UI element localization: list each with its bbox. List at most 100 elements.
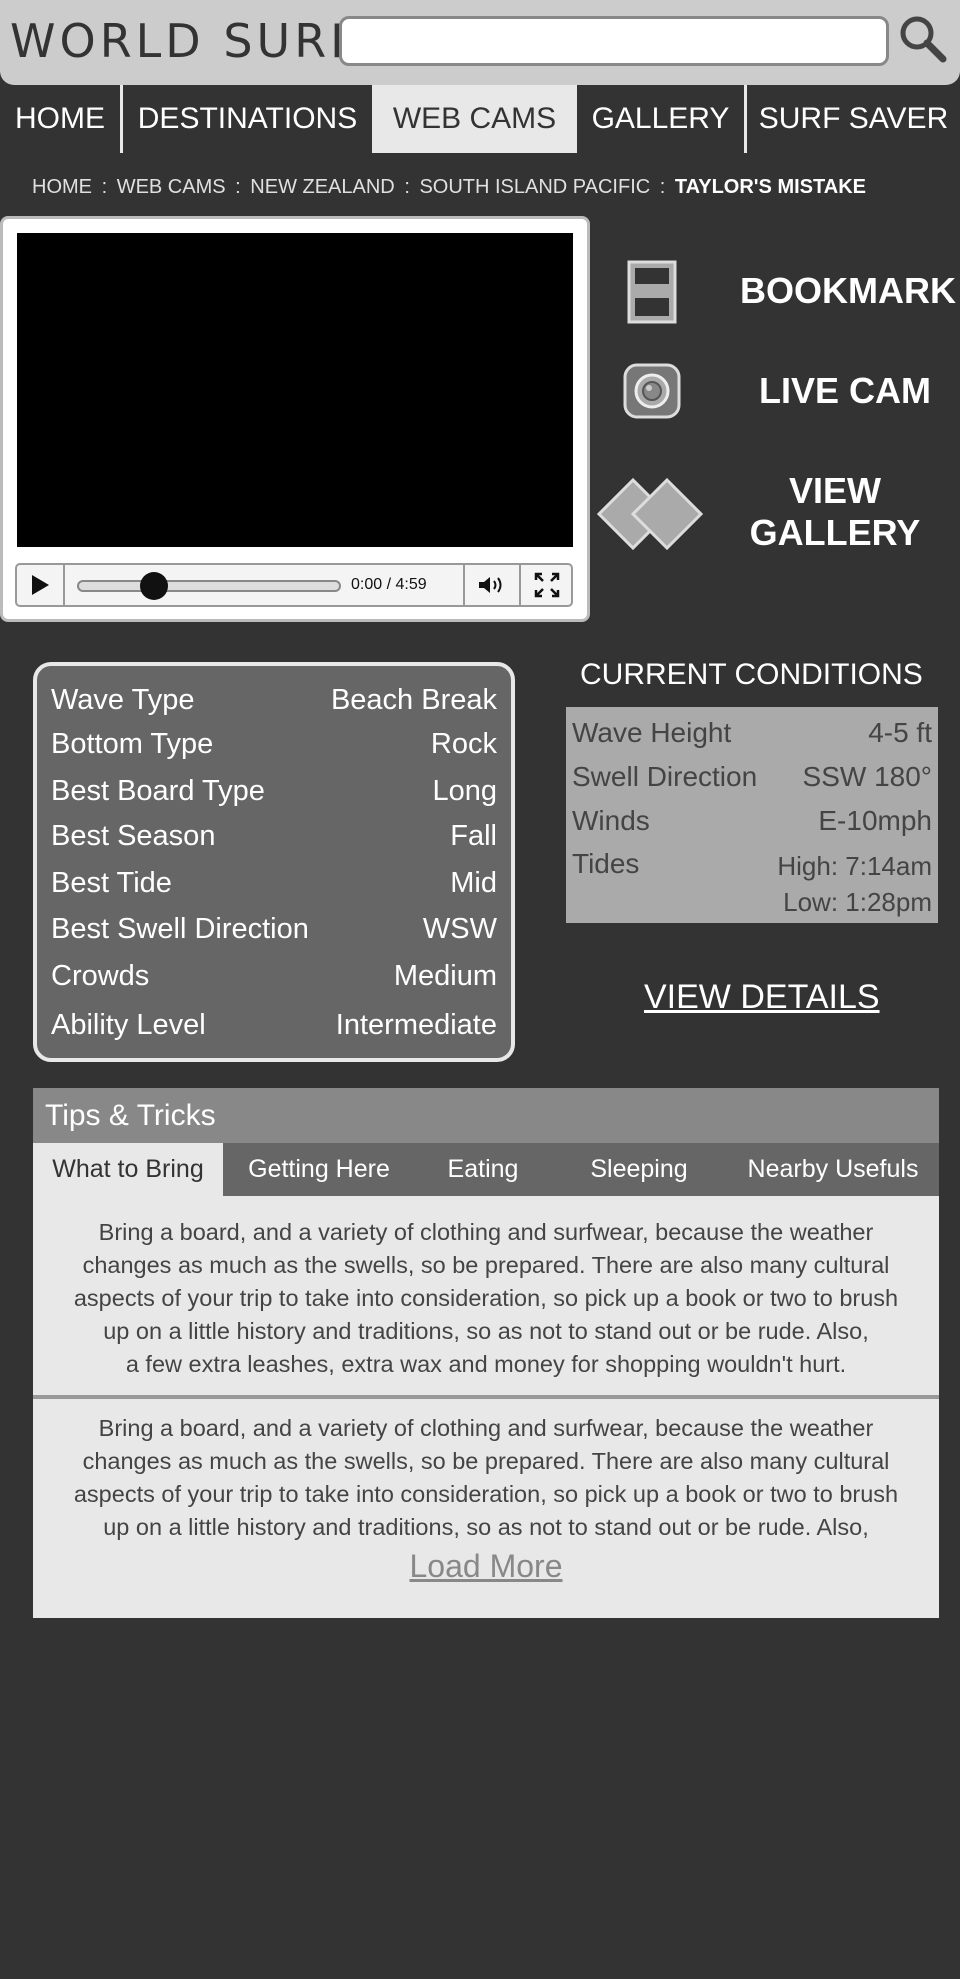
tips-section: Tips & Tricks What to Bring Getting Here… <box>33 1088 939 1618</box>
condition-value: SSW 180° <box>802 761 932 792</box>
info-label: Ability Level <box>51 1008 206 1041</box>
info-row-ability-level: Ability Level Intermediate <box>51 1005 497 1045</box>
live-cam-label: LIVE CAM <box>758 370 931 411</box>
tips-tabs: What to Bring Getting Here Eating Sleepi… <box>33 1143 939 1196</box>
tip-line: Bring a board, and a variety of clothing… <box>98 1415 874 1441</box>
tide-low: Low: 1:28pm <box>783 887 932 917</box>
info-row-best-season: Best Season Fall <box>51 816 497 856</box>
condition-value: 4-5 ft <box>868 717 932 748</box>
tab-sleeping[interactable]: Sleeping <box>551 1143 727 1196</box>
info-label: Best Season <box>51 819 216 852</box>
fullscreen-button[interactable] <box>523 565 571 605</box>
info-label: Best Swell Direction <box>51 912 309 945</box>
tip-line: a few extra leashes, extra wax and money… <box>125 1351 847 1377</box>
tip-line: changes as much as the swells, so be pre… <box>82 1448 890 1474</box>
nav-item-web-cams[interactable]: WEB CAMS <box>375 85 577 153</box>
conditions-box: Wave Height 4-5 ft Swell Direction SSW 1… <box>566 707 938 923</box>
fullscreen-icon <box>534 572 560 598</box>
volume-button[interactable] <box>463 565 521 605</box>
surf-info-panel: Wave Type Beach Break Bottom Type Rock B… <box>33 662 515 1062</box>
info-value: Beach Break <box>330 683 497 716</box>
bookmark-label: BOOKMARK <box>740 270 956 311</box>
info-value: Rock <box>430 727 497 760</box>
view-gallery-label-line2: GALLERY <box>749 512 921 553</box>
time-readout: 0:00 / 4:59 <box>351 576 427 593</box>
breadcrumb-new-zealand[interactable]: NEW ZEALAND <box>250 176 394 198</box>
tip-paragraph: Bring a board, and a variety of clothing… <box>37 1216 935 1381</box>
site-header: WORLD SURF <box>0 0 960 85</box>
bookmark-action[interactable]: BOOKMARK <box>620 258 956 328</box>
info-label: Best Tide <box>51 866 172 899</box>
condition-tides-values: High: 7:14am Low: 1:28pm <box>777 848 932 920</box>
tip-line: Bring a board, and a variety of clothing… <box>98 1219 874 1245</box>
conditions-title: CURRENT CONDITIONS <box>580 658 923 691</box>
info-value: Intermediate <box>335 1008 497 1041</box>
breadcrumb-web-cams[interactable]: WEB CAMS <box>117 176 226 198</box>
info-value: Long <box>432 774 497 807</box>
tip-line: up on a little history and traditions, s… <box>103 1514 869 1540</box>
condition-swell-direction: Swell Direction SSW 180° <box>572 761 932 793</box>
condition-value: E-10mph <box>818 805 932 836</box>
progress-track[interactable] <box>77 572 341 600</box>
play-button[interactable] <box>17 565 65 605</box>
breadcrumb-home[interactable]: HOME <box>32 176 92 198</box>
breadcrumb-separator: : <box>235 176 241 198</box>
search-input[interactable] <box>339 16 889 66</box>
tide-high: High: 7:14am <box>777 851 932 881</box>
main-nav: HOME DESTINATIONS WEB CAMS GALLERY SURF … <box>0 85 960 153</box>
tip-line: changes as much as the swells, so be pre… <box>82 1252 890 1278</box>
breadcrumb-current: TAYLOR'S MISTAKE <box>674 176 866 198</box>
play-icon <box>32 575 49 595</box>
condition-label: Wave Height <box>572 717 732 748</box>
info-value: Medium <box>393 959 497 992</box>
info-row-best-tide: Best Tide Mid <box>51 863 497 903</box>
tab-nearby-usefuls[interactable]: Nearby Usefuls <box>727 1143 939 1196</box>
condition-winds: Winds E-10mph <box>572 805 932 837</box>
nav-item-home[interactable]: HOME <box>0 85 123 153</box>
breadcrumb-separator: : <box>404 176 410 198</box>
condition-label: Swell Direction <box>572 761 758 792</box>
view-gallery-label-line1: VIEW <box>788 470 881 511</box>
tab-getting-here[interactable]: Getting Here <box>223 1143 415 1196</box>
camera-icon <box>623 363 681 419</box>
breadcrumb-separator: : <box>659 176 666 198</box>
info-row-bottom-type: Bottom Type Rock <box>51 724 497 764</box>
condition-label: Winds <box>572 805 650 836</box>
site-logo[interactable]: WORLD SURF <box>10 14 361 68</box>
tab-what-to-bring[interactable]: What to Bring <box>33 1143 223 1196</box>
condition-label: Tides <box>572 848 640 879</box>
info-row-best-swell-direction: Best Swell Direction WSW <box>51 909 497 949</box>
info-row-crowds: Crowds Medium <box>51 956 497 996</box>
progress-thumb[interactable] <box>140 572 169 600</box>
nav-item-destinations[interactable]: DESTINATIONS <box>123 85 375 153</box>
nav-item-gallery[interactable]: GALLERY <box>577 85 747 153</box>
tip-line: up on a little history and traditions, s… <box>103 1318 869 1344</box>
load-more-link[interactable]: Load More <box>33 1548 939 1585</box>
condition-wave-height: Wave Height 4-5 ft <box>572 717 932 749</box>
info-label: Crowds <box>51 959 150 992</box>
info-value: WSW <box>422 912 497 945</box>
search-button[interactable] <box>895 12 951 68</box>
view-gallery-action[interactable]: VIEW GALLERY <box>595 466 950 566</box>
breadcrumb-separator: : <box>101 176 108 198</box>
view-details-link[interactable]: VIEW DETAILS <box>644 978 880 1017</box>
gallery-icon <box>596 477 704 551</box>
info-value: Fall <box>450 819 497 852</box>
video-screen[interactable] <box>17 233 573 547</box>
info-label: Wave Type <box>51 683 195 716</box>
tab-eating[interactable]: Eating <box>415 1143 551 1196</box>
info-value: Mid <box>450 866 497 899</box>
video-player: 0:00 / 4:59 <box>0 216 590 622</box>
tips-title: Tips & Tricks <box>33 1088 939 1143</box>
tip-line: aspects of your trip to take into consid… <box>73 1481 899 1507</box>
live-cam-action[interactable]: LIVE CAM <box>620 358 950 428</box>
info-label: Bottom Type <box>51 727 214 760</box>
volume-icon <box>479 577 502 593</box>
player-controls: 0:00 / 4:59 <box>15 563 573 607</box>
nav-item-surf-saver[interactable]: SURF SAVER <box>747 85 960 153</box>
tip-paragraph: Bring a board, and a variety of clothing… <box>37 1412 935 1544</box>
tip-line: aspects of your trip to take into consid… <box>73 1285 899 1311</box>
breadcrumb-south-island-pacific[interactable]: SOUTH ISLAND PACIFIC <box>419 176 650 198</box>
breadcrumb: HOME : WEB CAMS : NEW ZEALAND : SOUTH IS… <box>32 176 866 199</box>
condition-tides: Tides High: 7:14am Low: 1:28pm <box>572 848 932 920</box>
